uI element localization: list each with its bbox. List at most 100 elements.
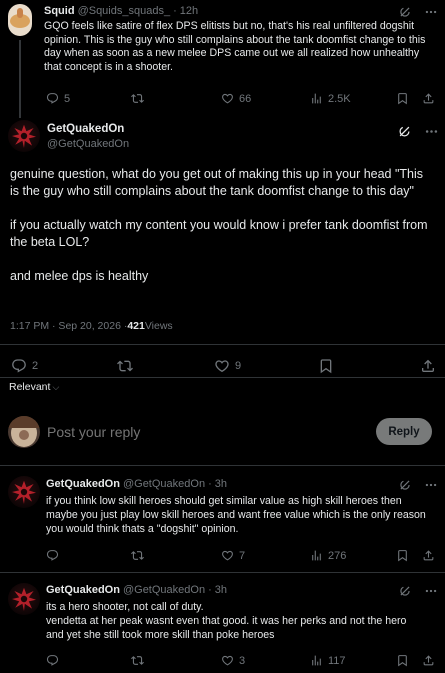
handle[interactable]: @GetQuakedOn <box>47 138 129 150</box>
bookmark-icon[interactable] <box>396 549 409 562</box>
bar-chart-icon <box>310 654 323 667</box>
bookmark-icon[interactable] <box>318 358 334 374</box>
speech-bubble-icon <box>11 358 27 374</box>
heart-icon <box>221 92 234 105</box>
retweet-action[interactable] <box>131 549 149 562</box>
grok-icon[interactable] <box>397 124 412 139</box>
views-count: 2.5K <box>328 92 351 105</box>
reply-action[interactable]: 5 <box>46 92 70 105</box>
tweet-text: if you think low skill heroes should get… <box>46 495 426 535</box>
tweet-line: its a hero shooter, not call of duty. <box>46 601 204 613</box>
handle[interactable]: @Squids_squads_ <box>78 5 171 17</box>
bookmark-icon[interactable] <box>396 92 409 105</box>
parent-tweet[interactable]: Squid @Squids_squads_ · 12h GQO feels li… <box>0 0 445 118</box>
avatar[interactable] <box>8 416 40 448</box>
like-action[interactable]: 3 <box>221 654 245 667</box>
avatar[interactable] <box>8 4 32 36</box>
like-count: 66 <box>239 92 252 105</box>
like-action[interactable]: 66 <box>221 92 251 105</box>
share-icon[interactable] <box>420 358 436 374</box>
more-icon[interactable] <box>424 478 438 492</box>
retweet-icon <box>131 549 144 562</box>
retweet-icon <box>131 92 144 105</box>
grok-icon[interactable] <box>398 478 412 492</box>
retweet-action[interactable] <box>131 654 149 667</box>
more-icon[interactable] <box>424 584 438 598</box>
heart-icon <box>221 549 234 562</box>
avatar[interactable] <box>8 120 40 152</box>
avatar[interactable] <box>8 476 40 508</box>
share-icon[interactable] <box>422 654 435 667</box>
speech-bubble-icon <box>46 92 59 105</box>
tweet-paragraph: and melee dps is healthy <box>10 269 149 283</box>
chevron-down-icon: ⌵ <box>52 381 60 392</box>
main-tweet: GetQuakedOn @GetQuakedOn genuine questio… <box>0 115 445 345</box>
views-label: Views <box>144 320 173 332</box>
tweet-line: vendetta at her peak wasnt even that goo… <box>46 615 407 641</box>
like-action[interactable]: 9 <box>214 358 241 374</box>
separator-dot: · <box>173 5 177 17</box>
share-icon[interactable] <box>422 549 435 562</box>
tweet-body: genuine question, what do you get out of… <box>10 166 435 285</box>
tweet-meta: 1:17 PM · Sep 20, 2026 · 421 Views <box>10 320 173 332</box>
like-action[interactable]: 7 <box>221 549 245 562</box>
retweet-icon <box>117 358 133 374</box>
reply-count: 5 <box>64 92 71 105</box>
timestamp[interactable]: 1:17 PM · Sep 20, 2026 · <box>10 320 127 332</box>
reply-input[interactable] <box>47 421 347 443</box>
reply-button[interactable]: Reply <box>376 418 432 445</box>
retweet-action[interactable] <box>131 92 149 105</box>
handle[interactable]: @GetQuakedOn <box>123 584 205 596</box>
retweet-action[interactable] <box>117 358 138 374</box>
tweet-paragraph: genuine question, what do you get out of… <box>10 167 424 198</box>
views-count: 276 <box>328 549 347 562</box>
avatar[interactable] <box>8 583 40 615</box>
separator-dot: · <box>208 584 212 596</box>
separator-dot: · <box>208 478 212 490</box>
heart-icon <box>221 654 234 667</box>
thread-line <box>19 40 21 118</box>
retweet-icon <box>131 654 144 667</box>
bookmark-icon[interactable] <box>396 654 409 667</box>
views-action[interactable]: 2.5K <box>310 92 351 105</box>
tweet-header: GetQuakedOn @GetQuakedOn · 3h <box>46 478 227 490</box>
like-count: 7 <box>239 549 246 562</box>
reply-tweet[interactable]: GetQuakedOn @GetQuakedOn · 3h its a hero… <box>0 573 445 673</box>
timestamp[interactable]: 12h <box>180 5 198 17</box>
views-action[interactable]: 276 <box>310 549 346 562</box>
more-icon[interactable] <box>424 124 439 139</box>
speech-bubble-icon <box>46 654 59 667</box>
timestamp[interactable]: 3h <box>215 478 227 490</box>
main-action-bar: 2 9 <box>0 345 445 377</box>
heart-icon <box>214 358 230 374</box>
timestamp[interactable]: 3h <box>215 584 227 596</box>
divider <box>0 377 445 378</box>
reply-action[interactable] <box>46 654 64 667</box>
display-name[interactable]: GetQuakedOn <box>46 478 120 490</box>
reply-action[interactable]: 2 <box>11 358 38 374</box>
display-name[interactable]: GetQuakedOn <box>46 584 120 596</box>
sort-label: Relevant <box>9 381 51 393</box>
more-icon[interactable] <box>424 5 438 19</box>
reply-action[interactable] <box>46 549 64 562</box>
bar-chart-icon <box>310 549 323 562</box>
view-count: 421 <box>127 320 145 332</box>
tweet-text: GQO feels like satire of flex DPS elitis… <box>44 20 426 73</box>
grok-icon[interactable] <box>398 584 412 598</box>
views-count: 117 <box>328 654 346 667</box>
sort-selector[interactable]: Relevant ⌵ <box>9 381 59 393</box>
bar-chart-icon <box>310 92 323 105</box>
handle[interactable]: @GetQuakedOn <box>123 478 205 490</box>
speech-bubble-icon <box>46 549 59 562</box>
tweet-paragraph: if you actually watch my content you wou… <box>10 218 428 249</box>
tweet-header: GetQuakedOn @GetQuakedOn · 3h <box>46 584 227 596</box>
display-name[interactable]: GetQuakedOn <box>47 123 124 135</box>
grok-icon[interactable] <box>398 5 412 19</box>
tweet-text: its a hero shooter, not call of duty. ve… <box>46 600 426 642</box>
display-name[interactable]: Squid <box>44 5 75 17</box>
reply-tweet[interactable]: GetQuakedOn @GetQuakedOn · 3h if you thi… <box>0 466 445 572</box>
share-icon[interactable] <box>422 92 435 105</box>
reply-composer: Reply <box>0 405 445 465</box>
like-count: 9 <box>235 360 242 372</box>
views-action[interactable]: 117 <box>310 654 346 667</box>
